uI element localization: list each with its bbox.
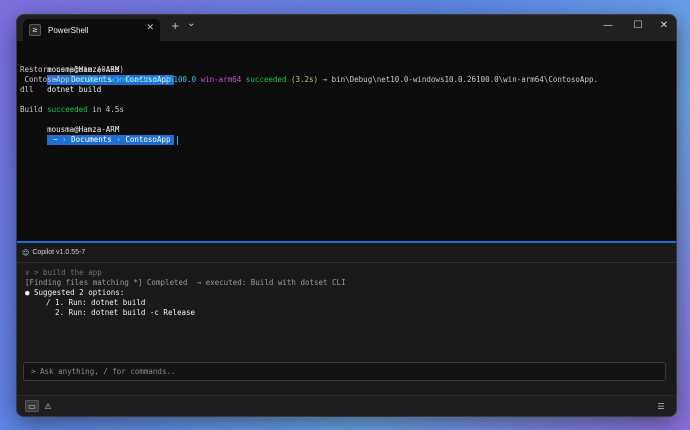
prompt-line-2: mousma@Hamza-ARM ~ › Documents › Contoso…: [20, 115, 178, 145]
ask-placeholder: > Ask anything, / for commands..: [31, 367, 176, 376]
tab-powershell[interactable]: ≥ PowerShell ✕: [23, 19, 160, 41]
tab-dropdown-button[interactable]: ⌄: [187, 18, 195, 29]
new-tab-button[interactable]: +: [171, 21, 179, 32]
text-cursor: [176, 135, 178, 145]
terminal-panel-icon[interactable]: ▭: [25, 400, 39, 412]
title-bar: ≥ PowerShell ✕ + ⌄ — ☐ ✕: [17, 15, 676, 41]
option-2[interactable]: 2. Run: dotnet build -c Release: [37, 308, 195, 318]
command-text: dotnet build: [47, 85, 102, 94]
build-result-line: ContosoApp net10.0-windows10.0.26100.0 w…: [24, 75, 598, 84]
terminal-icon: ≥: [29, 24, 41, 36]
copilot-header: ☺ Copilot v1.0.55-7: [17, 243, 676, 263]
maximize-button[interactable]: ☐: [628, 20, 648, 31]
close-tab-icon[interactable]: ✕: [146, 23, 154, 33]
ask-input[interactable]: > Ask anything, / for commands..: [23, 362, 666, 381]
prompt-path-home-2: ~ › Documents › ContosoApp: [47, 135, 174, 145]
copilot-pane: ☺ Copilot v1.0.55-7 ∨ > build the app [F…: [17, 243, 676, 416]
copilot-version: Copilot v1.0.55-7: [32, 249, 86, 256]
history-line[interactable]: ∨ > build the app: [25, 268, 102, 278]
suggested-line: ● Suggested 2 options:: [25, 288, 125, 297]
list-icon[interactable]: ☰: [654, 400, 668, 412]
prompt-line-1: mousma@Hamza-ARM ~ › Documents › Contoso…: [20, 55, 174, 94]
tab-title: PowerShell: [48, 25, 89, 35]
close-window-button[interactable]: ✕: [654, 20, 674, 31]
build-output-cont: dll: [20, 85, 34, 94]
terminal-window: ≥ PowerShell ✕ + ⌄ — ☐ ✕ mousma@Hamza-AR…: [16, 14, 677, 417]
terminal-output[interactable]: mousma@Hamza-ARM ~ › Documents › Contoso…: [17, 41, 676, 241]
option-1[interactable]: / 1. Run: dotnet build: [37, 298, 145, 308]
copilot-icon: ☺: [22, 248, 30, 257]
restore-line: Restore complete (0.5s): [20, 65, 124, 74]
warning-icon[interactable]: ⚠: [41, 400, 55, 412]
build-summary-line: Build succeeded in 4.5s: [20, 105, 124, 114]
minimize-button[interactable]: —: [598, 20, 618, 31]
finding-line: [Finding files matching *] Completed → e…: [25, 278, 346, 287]
bottom-bar: ▭ ⚠ ☰: [17, 395, 676, 416]
